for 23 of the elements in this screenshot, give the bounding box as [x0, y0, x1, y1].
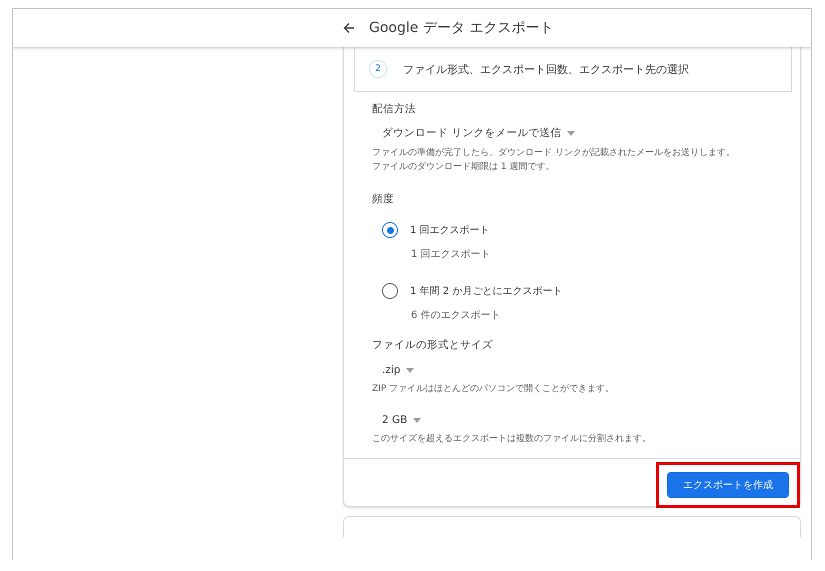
radio-button[interactable] — [382, 283, 398, 299]
section-label: 頻度 — [372, 192, 395, 206]
back-arrow-icon[interactable] — [343, 22, 355, 34]
delivery-dropdown[interactable]: ダウンロード リンクをメールで送信 — [382, 126, 576, 140]
section-label: 配信方法 — [372, 102, 417, 116]
step-title: ファイル形式、エクスポート回数、エクスポート先の選択 — [403, 62, 689, 76]
option-detail: 1 回エクスポート — [411, 248, 492, 261]
radio-button[interactable] — [382, 222, 398, 238]
step-number: 2 — [369, 60, 387, 78]
help-text: ファイルの準備が完了したら、ダウンロード リンクが記載されたメールをお送りします。 ファイルのダウンロード期限は 1 週間です。 — [372, 146, 736, 174]
help-text: このサイズを超えるエクスポートは複数のファイルに分割されます。 — [372, 432, 652, 446]
option-label: 1 年間 2 か月ごとにエクスポート — [410, 285, 562, 298]
caret-icon — [406, 368, 414, 372]
option-detail: 6 件のエクスポート — [411, 309, 502, 322]
page-title: Google データ エクスポート — [369, 19, 554, 37]
option-label: 1 回エクスポート — [410, 224, 490, 237]
help-text: ZIP ファイルはほとんどのパソコンで開くことができます。 — [372, 383, 616, 396]
create-export-button[interactable]: エクスポートを作成 — [667, 472, 789, 498]
caret-icon — [567, 130, 576, 136]
section-label: ファイルの形式とサイズ — [372, 338, 494, 352]
format-dropdown[interactable]: 2 GB — [382, 414, 422, 426]
caret-icon — [413, 418, 422, 422]
format-dropdown[interactable]: .zip — [382, 364, 414, 376]
